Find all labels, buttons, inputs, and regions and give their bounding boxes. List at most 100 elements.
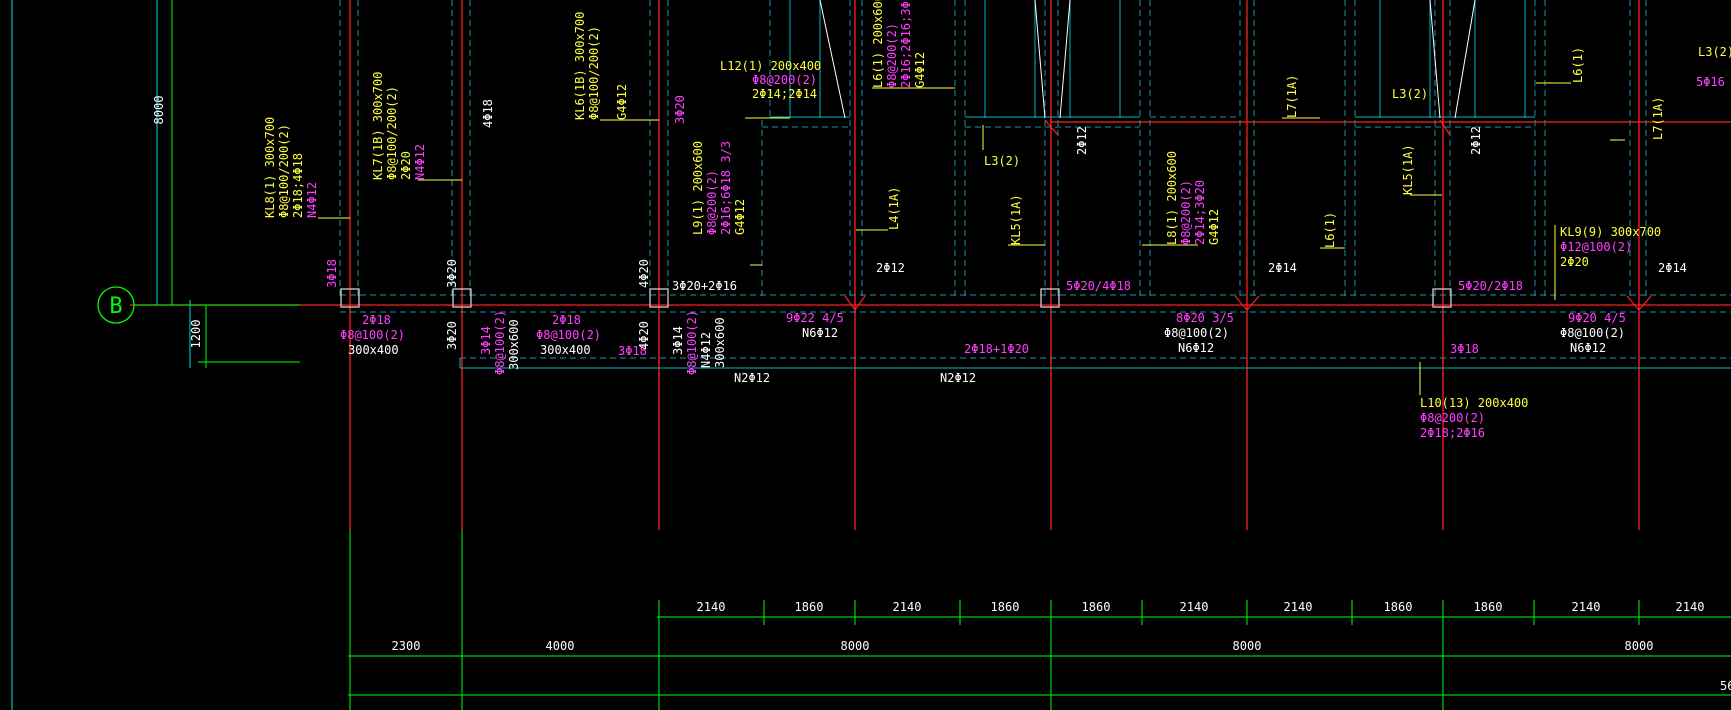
bot-2d18-1d20: 2Φ18+1Φ20 <box>964 342 1029 356</box>
label-3d20: 3Φ20 <box>673 95 687 124</box>
l10-stirrup: Φ8@200(2) <box>1420 411 1485 425</box>
dim-1-1: 2140 <box>697 600 726 614</box>
top-5d20-2d18: 5Φ20/2Φ18 <box>1458 279 1523 293</box>
bot-v1-size: 300x600 <box>507 319 521 370</box>
kl7-name: KL7(1B) 300x700 <box>371 72 385 180</box>
dim-1-8: 1860 <box>1384 600 1413 614</box>
label-2d12-c: 2Φ12 <box>876 261 905 275</box>
dim-1-6: 2140 <box>1180 600 1209 614</box>
top-3d20-2d16: 3Φ20+2Φ16 <box>672 279 737 293</box>
bot-9d20: 9Φ20 4/5 <box>1568 311 1626 325</box>
kl8-bars: 2Φ18;4Φ18 <box>291 153 305 218</box>
l3b-label: L3(2) <box>1392 87 1428 101</box>
top-3d20: 3Φ20 <box>445 259 459 288</box>
kl5b-label: KL5(1A) <box>1401 144 1415 195</box>
bot-n2-b: N2Φ12 <box>940 371 976 385</box>
bot-n6-c: N6Φ12 <box>1570 341 1606 355</box>
dim-1-5: 1860 <box>1082 600 1111 614</box>
kl7-torsion: N4Φ12 <box>413 144 427 180</box>
dim-2-1: 2300 <box>392 639 421 653</box>
bot-stirrup-b: Φ8@100(2) <box>536 328 601 342</box>
kl8-torsion: N4Φ12 <box>305 182 319 218</box>
bot-n6-b: N6Φ12 <box>1178 341 1214 355</box>
l10-bars: 2Φ18;2Φ16 <box>1420 426 1485 440</box>
kl5a-label: KL5(1A) <box>1009 194 1023 245</box>
dim-1-4: 1860 <box>991 600 1020 614</box>
dim-vertical-1200: 1200 <box>189 320 203 349</box>
label-4d18: 4Φ18 <box>481 99 495 128</box>
l9-stirrup: Φ8@200(2) <box>705 170 719 235</box>
dim-1-9: 1860 <box>1474 600 1503 614</box>
kl9-top: 2Φ20 <box>1560 255 1589 269</box>
l8-side: G4Φ12 <box>1207 209 1221 245</box>
l9-side: G4Φ12 <box>733 199 747 235</box>
bot-v1-bars: 3Φ14 <box>479 326 493 355</box>
bot-v2-torsion: N4Φ12 <box>699 332 713 368</box>
l10-name: L10(13) 200x400 <box>1420 396 1528 410</box>
dim-2-2: 4000 <box>546 639 575 653</box>
dim-1-11: 2140 <box>1676 600 1705 614</box>
label-2d14-a: 2Φ14 <box>1268 261 1297 275</box>
l3a-label: L3(2) <box>984 154 1020 168</box>
bot-v2-bars: 3Φ14 <box>671 326 685 355</box>
kl8-name: KL8(1) 300x700 <box>263 117 277 218</box>
l6-side: G4Φ12 <box>913 52 927 88</box>
dim-vertical-8000: 8000 <box>152 96 166 125</box>
top-4d20: 4Φ20 <box>637 259 651 288</box>
kl6-name: KL6(1B) 300x700 <box>573 12 587 120</box>
dim-1-3: 2140 <box>893 600 922 614</box>
dim-3-partial: 56 <box>1720 679 1731 693</box>
kl9-stirrup: Φ12@100(2) <box>1560 240 1632 254</box>
l6c-label: L6(1) <box>1571 47 1585 83</box>
l6-bars: 2Φ16;2Φ16;3Φ16 <box>899 0 913 88</box>
l8-name: L8(1) 200x600 <box>1165 151 1179 245</box>
bot-n2-a: N2Φ12 <box>734 371 770 385</box>
dim-2-5: 8000 <box>1625 639 1654 653</box>
kl7-stirrup: Φ8@100/200(2) <box>385 86 399 180</box>
kl6-stirrup: Φ8@100/200(2) <box>587 26 601 120</box>
l7-label: L7(1A) <box>1285 75 1299 118</box>
bot-9d22: 9Φ22 4/5 <box>786 311 844 325</box>
bot-8d20: 8Φ20 3/5 <box>1176 311 1234 325</box>
bot-2d18-b: 2Φ18 <box>552 313 581 327</box>
label-2d12-a: 2Φ12 <box>1075 126 1089 155</box>
bot-3d20: 3Φ20 <box>445 321 459 350</box>
l12-name: L12(1) 200x400 <box>720 59 821 73</box>
l7b-label: L7(1A) <box>1651 97 1665 140</box>
l8-bars: 2Φ14;3Φ20 <box>1193 180 1207 245</box>
kl9-name: KL9(9) 300x700 <box>1560 225 1661 239</box>
top-5d20-4d18: 5Φ20/4Φ18 <box>1066 279 1131 293</box>
bot-stirrup-c: Φ8@100(2) <box>1164 326 1229 340</box>
kl8-stirrup: Φ8@100/200(2) <box>277 124 291 218</box>
l12-bars: 2Φ14;2Φ14 <box>752 87 817 101</box>
l4-label: L4(1A) <box>887 187 901 230</box>
bot-3d18-b: 3Φ18 <box>1450 342 1479 356</box>
l6b-label: L6(1) <box>1323 212 1337 248</box>
kl7-top: 2Φ20 <box>399 151 413 180</box>
l9-name: L9(1) 200x600 <box>691 141 705 235</box>
l6-stirrup: Φ8@200(2) <box>885 23 899 88</box>
structural-beam-plan-drawing: B 8000 1200 KL8(1) 300x700 Φ8@100/200(2)… <box>0 0 1731 710</box>
dim-1-2: 1860 <box>795 600 824 614</box>
bot-stirrup-a: Φ8@100(2) <box>340 328 405 342</box>
label-5d16: 5Φ16 <box>1696 75 1725 89</box>
l6-name: L6(1) 200x600 <box>871 0 885 88</box>
bot-n6-a: N6Φ12 <box>802 326 838 340</box>
axis-bubble-label: B <box>109 294 122 319</box>
label-2d12-b: 2Φ12 <box>1469 126 1483 155</box>
bot-stirrup-d: Φ8@100(2) <box>1560 326 1625 340</box>
bot-300x400-a: 300x400 <box>348 343 399 357</box>
dim-1-10: 2140 <box>1572 600 1601 614</box>
top-3d18: 3Φ18 <box>325 259 339 288</box>
l3-edge-label: L3(2) <box>1698 45 1731 59</box>
bot-300x400-b: 300x400 <box>540 343 591 357</box>
l9-bars: 2Φ16;6Φ18 3/3 <box>719 141 733 235</box>
dim-1-7: 2140 <box>1284 600 1313 614</box>
bot-v1-stirrup: Φ8@100(2) <box>493 310 507 375</box>
l12-stirrup: Φ8@200(2) <box>752 73 817 87</box>
bot-v2-size: 300x600 <box>713 317 727 368</box>
label-2d14-b: 2Φ14 <box>1658 261 1687 275</box>
l8-stirrup: Φ8@200(2) <box>1179 180 1193 245</box>
bot-4d20: 4Φ20 <box>637 321 651 350</box>
bot-v2-stirrup: Φ8@100(2) <box>685 310 699 375</box>
